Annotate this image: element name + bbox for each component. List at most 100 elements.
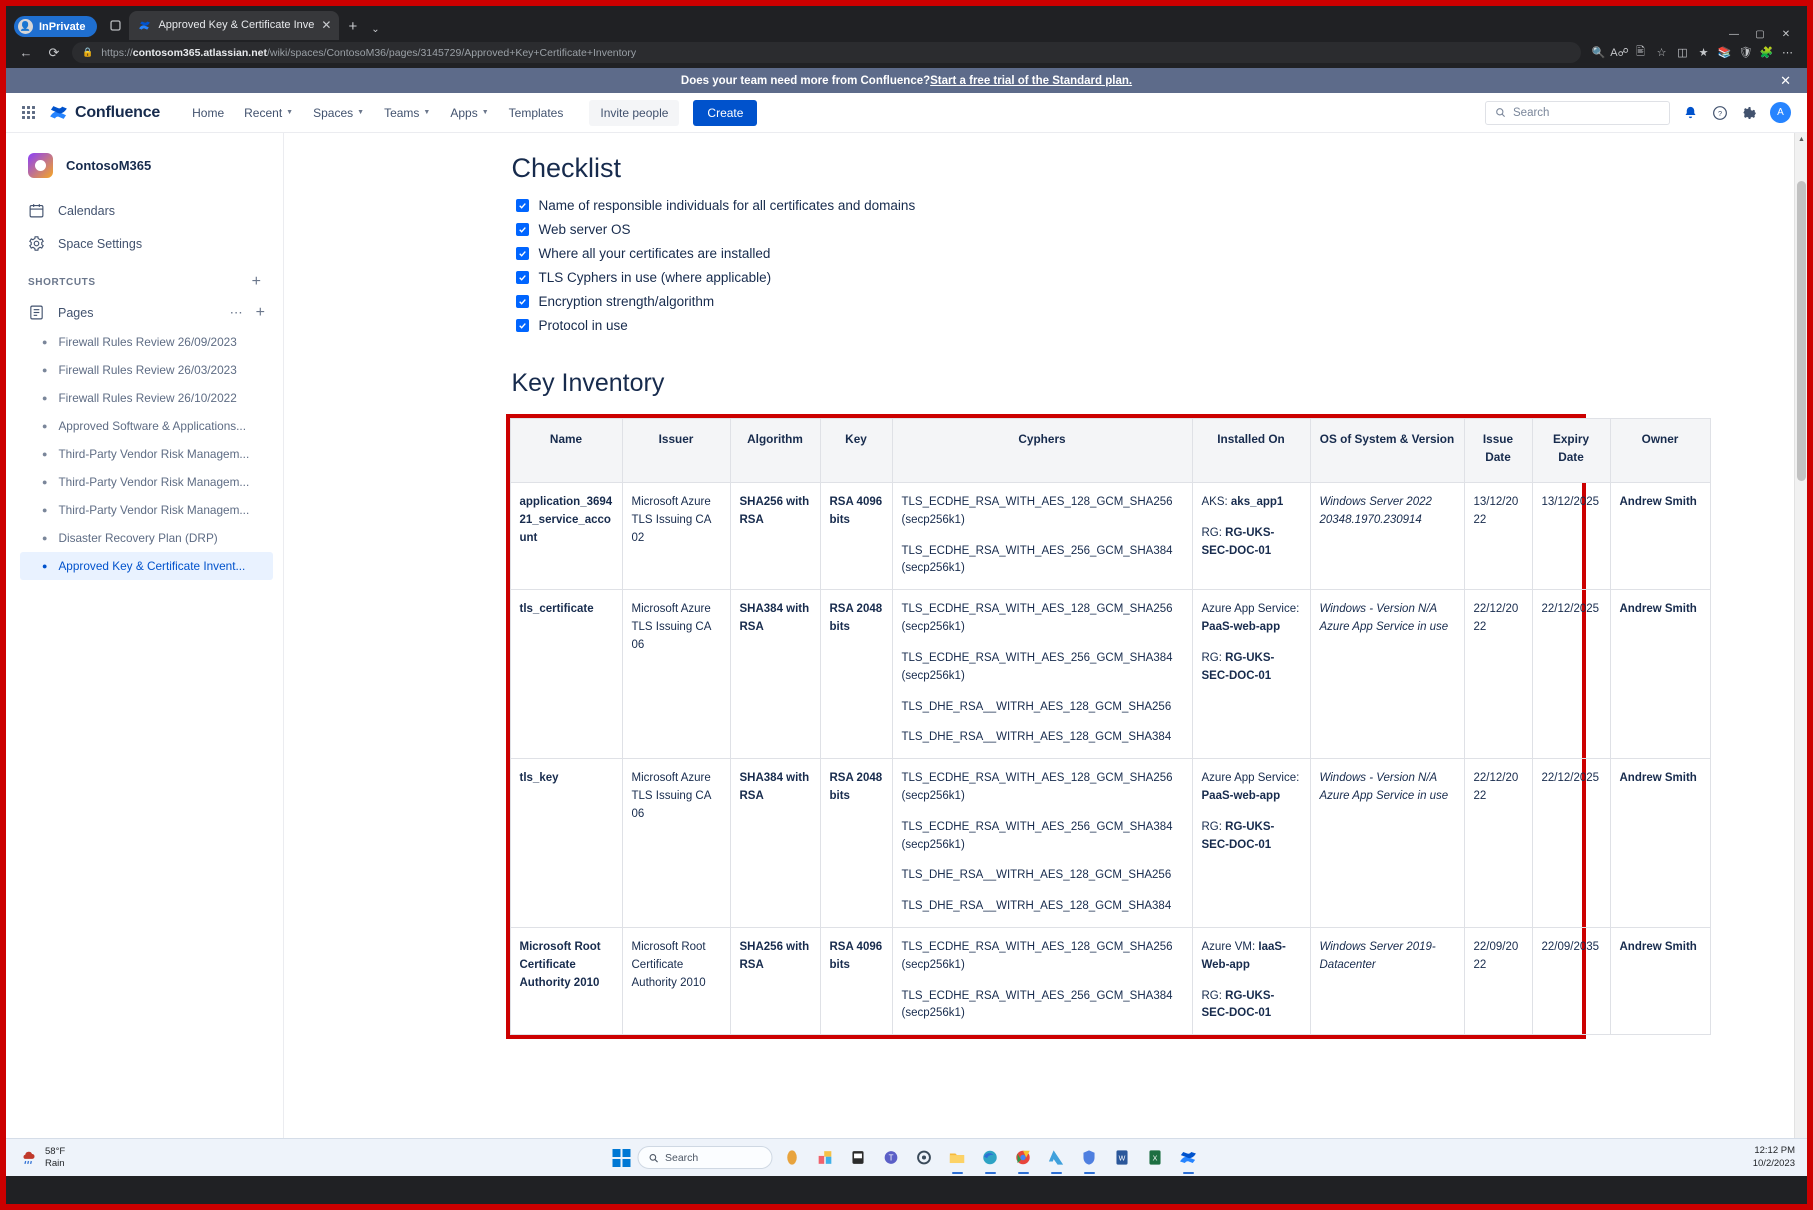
checklist-item[interactable]: Encryption strength/algorithm — [516, 294, 1586, 309]
nav-recent[interactable]: Recent▼ — [236, 101, 301, 125]
nav-home[interactable]: Home — [184, 101, 232, 125]
taskbar-app-store-icon[interactable] — [845, 1145, 871, 1171]
reload-button[interactable]: ⟳ — [44, 43, 64, 63]
checklist-item[interactable]: Web server OS — [516, 222, 1586, 237]
sidebar-item-calendars[interactable]: Calendars — [6, 194, 283, 227]
inprivate-badge[interactable]: 👤 InPrivate — [14, 16, 97, 37]
page-list-item[interactable]: ●Firewall Rules Review 26/09/2023 — [6, 328, 283, 356]
column-header-os[interactable]: OS of System & Version — [1310, 419, 1464, 483]
window-minimize-button[interactable]: — — [1721, 29, 1747, 40]
taskbar-app-edge-icon[interactable] — [977, 1145, 1003, 1171]
column-header-issuer[interactable]: Issuer — [622, 419, 730, 483]
sidebar-item-pages[interactable]: Pages ⋯ + — [6, 297, 283, 328]
checkbox-checked-icon[interactable] — [516, 319, 529, 332]
taskbar-search[interactable]: Search — [637, 1146, 772, 1169]
page-list-item[interactable]: ●Third-Party Vendor Risk Managem... — [6, 468, 283, 496]
add-page-icon[interactable]: + — [256, 305, 265, 321]
nav-spaces[interactable]: Spaces▼ — [305, 101, 372, 125]
immersive-reader-icon[interactable]: 🖹 — [1631, 43, 1650, 62]
checklist-item[interactable]: TLS Cyphers in use (where applicable) — [516, 270, 1586, 285]
start-button-icon[interactable] — [612, 1149, 630, 1167]
back-button[interactable]: ← — [16, 43, 36, 63]
taskbar-app-confluence-icon[interactable] — [1175, 1145, 1201, 1171]
page-list-item[interactable]: ●Approved Software & Applications... — [6, 412, 283, 440]
page-list-item[interactable]: ●Third-Party Vendor Risk Managem... — [6, 440, 283, 468]
column-header-issue-date[interactable]: Issue Date — [1464, 419, 1532, 483]
address-bar[interactable]: 🔒 https://contosom365.atlassian.net/wiki… — [72, 42, 1581, 63]
extensions-icon[interactable]: 🧩 — [1757, 43, 1776, 62]
zoom-icon[interactable]: 🔍 — [1589, 43, 1608, 62]
favorites-icon[interactable]: ★ — [1694, 43, 1713, 62]
new-tab-button[interactable]: + — [343, 18, 362, 35]
settings-more-icon[interactable]: ⋯ — [1778, 43, 1797, 62]
invite-people-button[interactable]: Invite people — [589, 100, 679, 126]
taskbar-app-chrome-icon[interactable] — [1010, 1145, 1036, 1171]
weather-widget[interactable]: 58°F Rain — [18, 1146, 65, 1170]
column-header-owner[interactable]: Owner — [1610, 419, 1710, 483]
taskbar-app-copilot-icon[interactable] — [779, 1145, 805, 1171]
scroll-up-arrow-icon[interactable]: ▲ — [1795, 133, 1807, 146]
checkbox-checked-icon[interactable] — [516, 295, 529, 308]
tab-list-menu-icon[interactable]: ⌄ — [366, 24, 384, 35]
space-header[interactable]: ContosoM365 — [6, 147, 283, 194]
nav-templates[interactable]: Templates — [501, 101, 572, 125]
checklist-item[interactable]: Where all your certificates are installe… — [516, 246, 1586, 261]
app-switcher-icon[interactable] — [22, 106, 35, 119]
banner-trial-link[interactable]: Start a free trial of the Standard plan. — [930, 75, 1132, 87]
browser-essentials-icon[interactable]: 🛡 — [1736, 43, 1755, 62]
collections-icon[interactable]: 📚 — [1715, 43, 1734, 62]
favorite-star-icon[interactable]: ☆ — [1652, 43, 1671, 62]
search-icon — [1495, 107, 1506, 118]
notifications-icon[interactable] — [1680, 103, 1700, 123]
column-header-algorithm[interactable]: Algorithm — [730, 419, 820, 483]
scrollbar-thumb[interactable] — [1797, 181, 1806, 481]
page-list-item[interactable]: ●Firewall Rules Review 26/10/2022 — [6, 384, 283, 412]
page-list-item[interactable]: ●Disaster Recovery Plan (DRP) — [6, 524, 283, 552]
browser-tab[interactable]: Approved Key & Certificate Inve ✕ — [129, 11, 339, 40]
help-icon[interactable]: ? — [1710, 103, 1730, 123]
read-aloud-icon[interactable]: A☍ — [1610, 43, 1629, 62]
taskbar-app-teams-icon[interactable]: T — [878, 1145, 904, 1171]
taskbar-app-azure-icon[interactable] — [1043, 1145, 1069, 1171]
add-shortcut-icon[interactable]: + — [252, 274, 261, 290]
confluence-brand[interactable]: Confluence — [49, 103, 160, 122]
page-list-item[interactable]: ●Third-Party Vendor Risk Managem... — [6, 496, 283, 524]
column-header-name[interactable]: Name — [510, 419, 622, 483]
checklist-item[interactable]: Protocol in use — [516, 318, 1586, 333]
page-list-item-active[interactable]: ●Approved Key & Certificate Invent... — [20, 552, 273, 580]
split-screen-icon[interactable]: ◫ — [1673, 43, 1692, 62]
page-scrollbar[interactable]: ▲ ▼ — [1794, 133, 1807, 1176]
gear-icon — [28, 235, 45, 252]
column-header-cyphers[interactable]: Cyphers — [892, 419, 1192, 483]
column-header-key[interactable]: Key — [820, 419, 892, 483]
site-info-lock-icon[interactable]: 🔒 — [82, 47, 93, 58]
window-close-button[interactable]: ✕ — [1773, 29, 1799, 40]
checkbox-checked-icon[interactable] — [516, 223, 529, 236]
system-clock[interactable]: 12:12 PM 10/2/2023 — [1753, 1145, 1795, 1170]
taskbar-app-explorer-icon[interactable] — [944, 1145, 970, 1171]
taskbar-app-settings-icon[interactable] — [911, 1145, 937, 1171]
user-avatar[interactable]: A — [1770, 102, 1791, 123]
search-input[interactable]: Search — [1485, 101, 1670, 125]
nav-apps[interactable]: Apps▼ — [442, 101, 496, 125]
checkbox-checked-icon[interactable] — [516, 199, 529, 212]
nav-teams[interactable]: Teams▼ — [376, 101, 438, 125]
create-button[interactable]: Create — [693, 100, 757, 126]
page-list-item[interactable]: ●Firewall Rules Review 26/03/2023 — [6, 356, 283, 384]
checkbox-checked-icon[interactable] — [516, 271, 529, 284]
taskbar-app-word-icon[interactable]: W — [1109, 1145, 1135, 1171]
checkbox-checked-icon[interactable] — [516, 247, 529, 260]
taskbar-app-excel-icon[interactable]: X — [1142, 1145, 1168, 1171]
tab-close-icon[interactable]: ✕ — [321, 19, 331, 31]
gear-icon[interactable] — [1740, 103, 1760, 123]
checklist-item[interactable]: Name of responsible individuals for all … — [516, 198, 1586, 213]
column-header-expiry-date[interactable]: Expiry Date — [1532, 419, 1610, 483]
tab-search-icon[interactable] — [105, 15, 125, 35]
banner-close-icon[interactable]: ✕ — [1780, 73, 1791, 89]
column-header-installed-on[interactable]: Installed On — [1192, 419, 1310, 483]
taskbar-app-defender-icon[interactable] — [1076, 1145, 1102, 1171]
taskbar-app-photos-icon[interactable] — [812, 1145, 838, 1171]
pages-more-icon[interactable]: ⋯ — [230, 309, 244, 317]
window-maximize-button[interactable]: ▢ — [1747, 29, 1773, 40]
sidebar-item-space-settings[interactable]: Space Settings — [6, 227, 283, 260]
